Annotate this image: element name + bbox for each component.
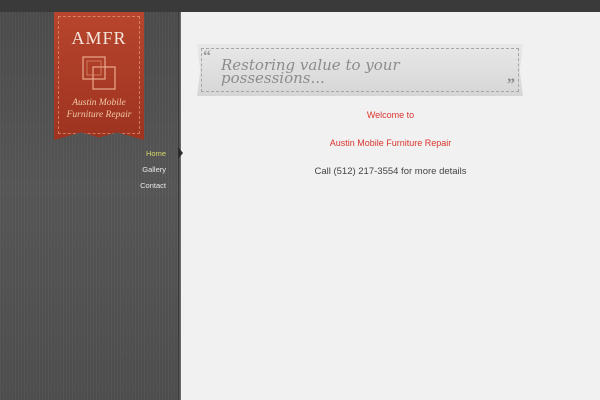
quote-banner: “ Restoring value to your possessions...… [197,44,523,96]
logo-banner[interactable]: AMFR Austin Mobile Furniture Repair [54,12,144,140]
close-quote-icon: ” [507,76,515,93]
company-name: Austin Mobile Furniture Repair [329,138,452,148]
contact-details: Call (512) 217-3554 for more details [314,166,467,177]
nav-item-contact[interactable]: Contact [140,178,166,194]
nav-item-home[interactable]: Home [140,146,166,162]
sidebar-divider [178,12,181,400]
nav-item-gallery[interactable]: Gallery [140,162,166,178]
main-content: Welcome to Austin Mobile Furniture Repai… [181,110,600,178]
quote-text: Restoring value to your possessions... [221,56,400,87]
logo-title: AMFR [71,28,127,48]
main-nav: Home Gallery Contact [140,146,166,194]
open-quote-icon: “ [203,48,211,65]
logo-tagline: Austin Mobile Furniture Repair [66,98,132,120]
logo-squares-icon [82,56,116,90]
welcome-text: Welcome to [366,110,415,120]
top-bar [0,0,600,12]
